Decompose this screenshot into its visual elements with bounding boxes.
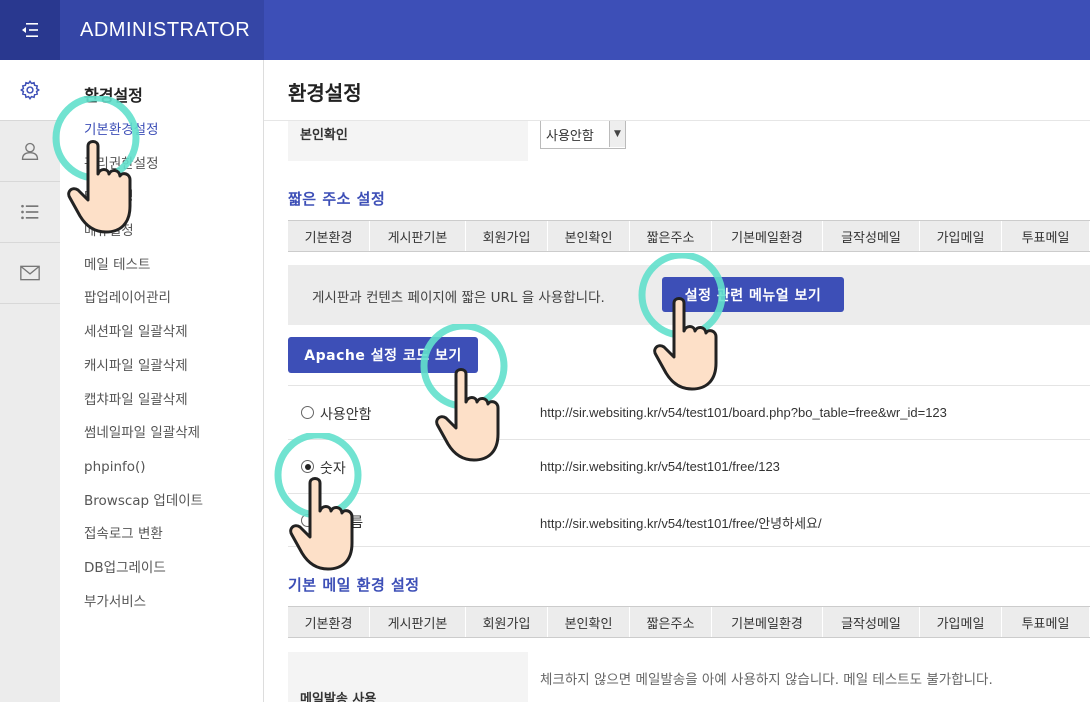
icon-rail: [0, 60, 60, 702]
menu-collapse-icon: [22, 23, 38, 37]
side-item-auth-config[interactable]: 관리권한설정: [84, 154, 263, 188]
menu-toggle-button[interactable]: [0, 0, 60, 60]
tab-mail-env[interactable]: 기본메일환경: [712, 221, 823, 251]
mail-icon: [20, 265, 40, 281]
tab-join-mail[interactable]: 가입메일: [920, 607, 1002, 637]
list-icon: [21, 204, 39, 220]
tab-poll-mail[interactable]: 투표메일: [1002, 221, 1090, 251]
tab-board-basic[interactable]: 게시판기본: [370, 607, 466, 637]
option-url: http://sir.websiting.kr/v54/test101/boar…: [540, 405, 947, 420]
side-item-cache-delete[interactable]: 캐시파일 일괄삭제: [84, 356, 263, 390]
radio-number[interactable]: [301, 460, 314, 473]
side-item-captcha-delete[interactable]: 캡챠파일 일괄삭제: [84, 390, 263, 424]
side-item-db-upgrade[interactable]: DB업그레이드: [84, 558, 263, 592]
option-url: http://sir.websiting.kr/v54/test101/free…: [540, 459, 780, 474]
tab-write-mail[interactable]: 글작성메일: [823, 607, 920, 637]
cert-select-value: 사용안함: [546, 129, 594, 144]
side-item-log-convert[interactable]: 접속로그 변환: [84, 524, 263, 558]
side-item-extra-services[interactable]: 부가서비스: [84, 592, 263, 626]
chevron-down-icon: ▼: [609, 121, 625, 147]
short-url-section-title: 짧은 주소 설정: [288, 190, 386, 208]
tab-short-url[interactable]: 짧은주소: [630, 221, 712, 251]
tab-mail-env[interactable]: 기본메일환경: [712, 607, 823, 637]
side-item-menu[interactable]: 메뉴설정: [84, 221, 263, 255]
short-url-tabs: 기본환경 게시판기본 회원가입 본인확인 짧은주소 기본메일환경 글작성메일 가…: [288, 220, 1090, 252]
cert-row-label: 본인확인: [288, 121, 528, 161]
side-item-browscap[interactable]: Browscap 업데이트: [84, 491, 263, 525]
tab-basic[interactable]: 기본환경: [288, 607, 370, 637]
side-item-session-delete[interactable]: 세션파일 일괄삭제: [84, 322, 263, 356]
user-icon: [21, 142, 39, 160]
short-url-option-row: 글 이름 http://sir.websiting.kr/v54/test101…: [288, 493, 1090, 547]
tab-write-mail[interactable]: 글작성메일: [823, 221, 920, 251]
tab-board-basic[interactable]: 게시판기본: [370, 221, 466, 251]
manual-button[interactable]: 설정 관련 메뉴얼 보기: [662, 277, 844, 312]
side-menu-title: 환경설정: [84, 86, 143, 105]
apache-code-button[interactable]: Apache 설정 코드 보기: [288, 337, 478, 373]
rail-mail[interactable]: [0, 243, 60, 304]
option-url: http://sir.websiting.kr/v54/test101/free…: [540, 516, 822, 531]
short-url-option-row: 사용안함 http://sir.websiting.kr/v54/test101…: [288, 385, 1090, 439]
tab-cert[interactable]: 본인확인: [548, 221, 630, 251]
short-url-info-text: 게시판과 컨텐츠 페이지에 짧은 URL 을 사용합니다.: [312, 290, 605, 306]
side-item-popup[interactable]: 팝업레이어관리: [84, 288, 263, 322]
tab-join[interactable]: 회원가입: [466, 607, 548, 637]
side-item-theme[interactable]: 테마설정: [84, 187, 263, 221]
side-item-thumbnail-delete[interactable]: 썸네일파일 일괄삭제: [84, 423, 263, 457]
rail-board[interactable]: [0, 182, 60, 243]
main-content: 환경설정 본인확인 사용안함 ▼ 짧은 주소 설정 기본환경 게시판기본 회원가…: [264, 60, 1090, 702]
tab-basic[interactable]: 기본환경: [288, 221, 370, 251]
mail-tabs: 기본환경 게시판기본 회원가입 본인확인 짧은주소 기본메일환경 글작성메일 가…: [288, 606, 1090, 638]
page-title: 환경설정: [288, 81, 362, 105]
gear-icon: [20, 80, 40, 100]
mail-section-title: 기본 메일 환경 설정: [288, 576, 420, 594]
option-label: 사용안함: [320, 407, 372, 423]
short-url-option-row: 숫자 http://sir.websiting.kr/v54/test101/f…: [288, 439, 1090, 493]
side-item-phpinfo[interactable]: phpinfo(): [84, 457, 263, 491]
tab-cert[interactable]: 본인확인: [548, 607, 630, 637]
rail-settings[interactable]: [0, 60, 60, 121]
radio-none[interactable]: [301, 406, 314, 419]
cert-select[interactable]: 사용안함 ▼: [540, 121, 626, 149]
tab-join[interactable]: 회원가입: [466, 221, 548, 251]
side-item-basic-config[interactable]: 기본환경설정: [84, 120, 263, 154]
side-item-mail-test[interactable]: 메일 테스트: [84, 255, 263, 289]
option-label: 글 이름: [320, 515, 364, 531]
mail-use-description: 체크하지 않으면 메일발송을 아예 사용하지 않습니다. 메일 테스트도 불가합…: [540, 672, 993, 688]
tab-poll-mail[interactable]: 투표메일: [1002, 607, 1090, 637]
tab-short-url[interactable]: 짧은주소: [630, 607, 712, 637]
side-menu: 환경설정 기본환경설정 관리권한설정 테마설정 메뉴설정 메일 테스트 팝업레이…: [60, 60, 264, 702]
tab-join-mail[interactable]: 가입메일: [920, 221, 1002, 251]
radio-title[interactable]: [301, 514, 314, 527]
rail-members[interactable]: [0, 121, 60, 182]
mail-use-label: 메일발송 사용: [288, 652, 528, 702]
brand-title[interactable]: ADMINISTRATOR: [60, 0, 264, 60]
option-label: 숫자: [320, 461, 346, 477]
top-bar: ADMINISTRATOR: [0, 0, 1090, 60]
